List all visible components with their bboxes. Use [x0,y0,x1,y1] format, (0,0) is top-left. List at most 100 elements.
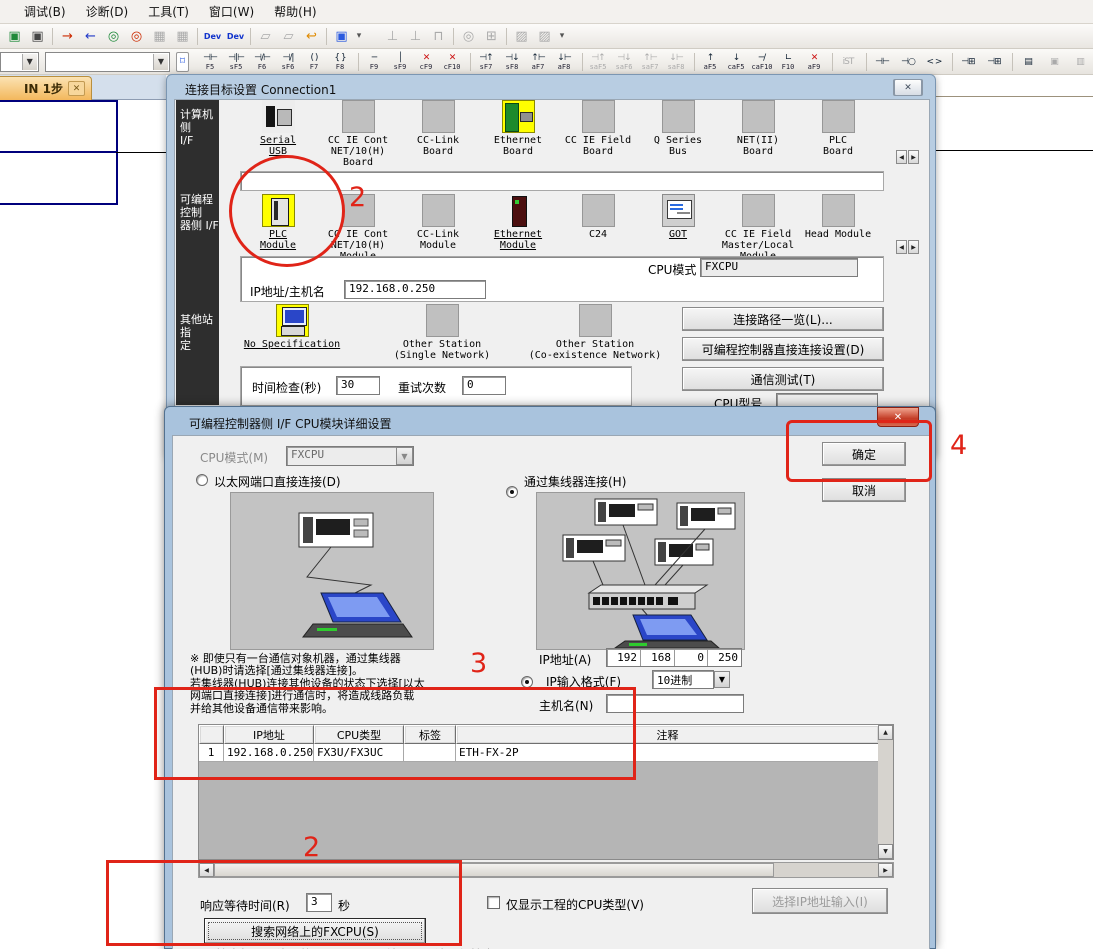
scan2-icon[interactable]: ▨ [533,26,556,47]
overflow-chevron-icon[interactable]: ▾ [556,26,568,47]
project-cpu-only-checkbox[interactable] [487,896,500,909]
ladder-symbol-button[interactable]: < > [921,50,947,74]
ladder-symbol-button[interactable]: ─/ caF10 [749,50,775,74]
ladder-symbol-button[interactable]: ⊣⊢ [869,50,895,74]
ip-octet-1[interactable]: 192 [607,649,641,666]
ladder-symbol-button[interactable] [947,50,955,74]
pc-if-device-item[interactable]: CC IE Field Board [558,100,638,168]
monitor-watch-icon[interactable]: ▣ [26,26,49,47]
ladder-symbol-button[interactable]: ↓⊢ saF8 [663,50,689,74]
plc-if-device-item[interactable]: Head Module [798,194,878,262]
communication-test-button[interactable]: 通信测试(T) [682,367,884,391]
ladder-symbol-button[interactable]: ↑⊢ aF7 [525,50,551,74]
menu-item[interactable]: 工具(T) [138,0,199,23]
scroll-left-icon[interactable]: ◀ [896,240,907,254]
tab-close-icon[interactable]: ✕ [68,81,85,96]
ladder-symbol-button[interactable]: ⊣↑ sF7 [473,50,499,74]
ladder-cursor-cell-1[interactable] [0,100,118,153]
monitor-stop-icon[interactable]: ⊥ [404,26,427,47]
menu-item[interactable]: 帮助(H) [264,0,326,23]
close-icon[interactable]: ✕ [894,79,922,96]
ladder-symbol-button[interactable] [861,50,869,74]
scroll-down-icon[interactable]: ▼ [878,844,893,859]
table-vscrollbar[interactable]: ▲ ▼ [878,725,893,859]
ip-octet-2[interactable]: 168 [641,649,675,666]
plc-if-device-item[interactable]: CC IE Field Master/Local Module [718,194,798,262]
disabled-icon[interactable]: ▦ [171,26,194,47]
window-selector-combo[interactable]: ▼ [0,52,39,72]
plc-if-device-item[interactable]: GOT [638,194,718,262]
write-to-plc-icon[interactable]: → [56,26,79,47]
ladder-symbol-button[interactable] [1007,50,1015,74]
scroll-up-icon[interactable]: ▲ [878,725,893,740]
ladder-symbol-button[interactable]: ↑ aF5 [697,50,723,74]
toolbar-icon[interactable] [194,26,201,47]
direct-connect-radio[interactable] [196,474,208,486]
ladder-symbol-button[interactable] [827,50,835,74]
ladder-cursor-cell-2[interactable] [0,151,118,205]
direct-connection-button[interactable]: 可编程控制器直接连接设置(D) [682,337,884,361]
plc-if-device-item[interactable]: Ethernet Module [478,194,558,262]
menu-item[interactable]: 诊断(D) [76,0,139,23]
ladder-symbol-button[interactable]: ↓⊢ aF8 [551,50,577,74]
device-comment-icon[interactable]: Dev [224,26,247,47]
scroll-left-icon[interactable]: ◀ [896,150,907,164]
pc-if-device-item[interactable]: Ethernet Board [478,100,558,168]
find-device-button[interactable]: ⌑ [176,52,189,72]
toolbar-icon[interactable] [323,26,330,47]
ladder-editor-left[interactable] [0,100,166,949]
pc-if-device-item[interactable]: NET(II) Board [718,100,798,168]
ladder-editor-right[interactable] [936,86,1093,949]
chevron-down-icon[interactable]: ▼ [153,54,168,70]
ladder-symbol-button[interactable] [689,50,697,74]
ladder-symbol-button[interactable]: │ sF9 [387,50,413,74]
ladder-symbol-button[interactable]: { } F8 [327,50,353,74]
ladder-symbol-button[interactable]: ⊣⊢ F5 [197,50,223,74]
ladder-symbol-button[interactable]: ↓ caF5 [723,50,749,74]
ladder-symbol-button[interactable]: ↑⊢ saF7 [637,50,663,74]
ladder-symbol-button[interactable]: ⊣⊞ [955,50,981,74]
ip-address-radio-label[interactable]: IP地址(A) [539,651,591,668]
watch-icon[interactable]: ◎ [457,26,480,47]
chevron-down-icon[interactable]: ▼ [714,671,730,688]
ladder-symbol-button[interactable] [577,50,585,74]
menu-item[interactable]: 窗口(W) [199,0,264,23]
ladder-monitor-icon[interactable]: ▣ [3,26,26,47]
direct-connect-label[interactable]: 以太网端口直接连接(D) [214,473,341,490]
read-from-plc-icon[interactable]: ← [79,26,102,47]
pc-if-device-item[interactable]: PLC Board [798,100,878,168]
pc-if-device-item[interactable]: CC IE Cont NET/10(H) Board [318,100,398,168]
monitor-start-icon[interactable]: ⊥ [381,26,404,47]
overflow-chevron-icon[interactable]: ▾ [353,26,365,47]
ip-format-combo[interactable]: 10进制 [652,670,714,689]
ladder-symbol-button[interactable]: ✕ cF9 [413,50,439,74]
ladder-symbol-button[interactable]: ⊣⊞ [981,50,1007,74]
toolbar-icon[interactable] [450,26,457,47]
ladder-symbol-button[interactable]: iST [835,50,861,74]
ladder-symbol-button[interactable]: ▤ [1015,50,1041,74]
connection-route-button[interactable]: 连接路径一览(L)... [682,307,884,331]
ladder-symbol-button[interactable]: ▥ [1067,50,1093,74]
plc-if-device-item[interactable]: CC-Link Module [398,194,478,262]
disabled-icon[interactable]: ▦ [148,26,171,47]
disabled-icon[interactable]: ▱ [277,26,300,47]
scroll-right-icon[interactable]: ▶ [908,150,919,164]
toolbar-icon[interactable] [49,26,56,47]
plc-if-device-item[interactable]: C24 [558,194,638,262]
menu-item[interactable]: 调试(B) [14,0,76,23]
scroll-right-icon[interactable]: ▶ [878,863,893,877]
ladder-symbol-button[interactable] [465,50,473,74]
disabled-icon[interactable]: ▱ [254,26,277,47]
tab-main-program[interactable]: IN 1步 ✕ [0,76,92,100]
ladder-symbol-button[interactable]: ✕ aF9 [801,50,827,74]
pc-if-device-item[interactable]: CC-Link Board [398,100,478,168]
pc-if-device-item[interactable]: Q Series Bus [638,100,718,168]
ladder-symbol-button[interactable]: ✕ cF10 [439,50,465,74]
ladder-symbol-button[interactable]: ⊣/| sF6 [275,50,301,74]
dialog1-close-button[interactable]: ✕ [893,79,923,96]
time-check-field[interactable]: 30 [336,376,380,395]
scan-icon[interactable]: ▨ [510,26,533,47]
ip-hostname-field[interactable]: 192.168.0.250 [344,280,486,299]
no-specification-item[interactable]: No Specification [232,304,352,350]
retry-count-field[interactable]: 0 [462,376,506,395]
